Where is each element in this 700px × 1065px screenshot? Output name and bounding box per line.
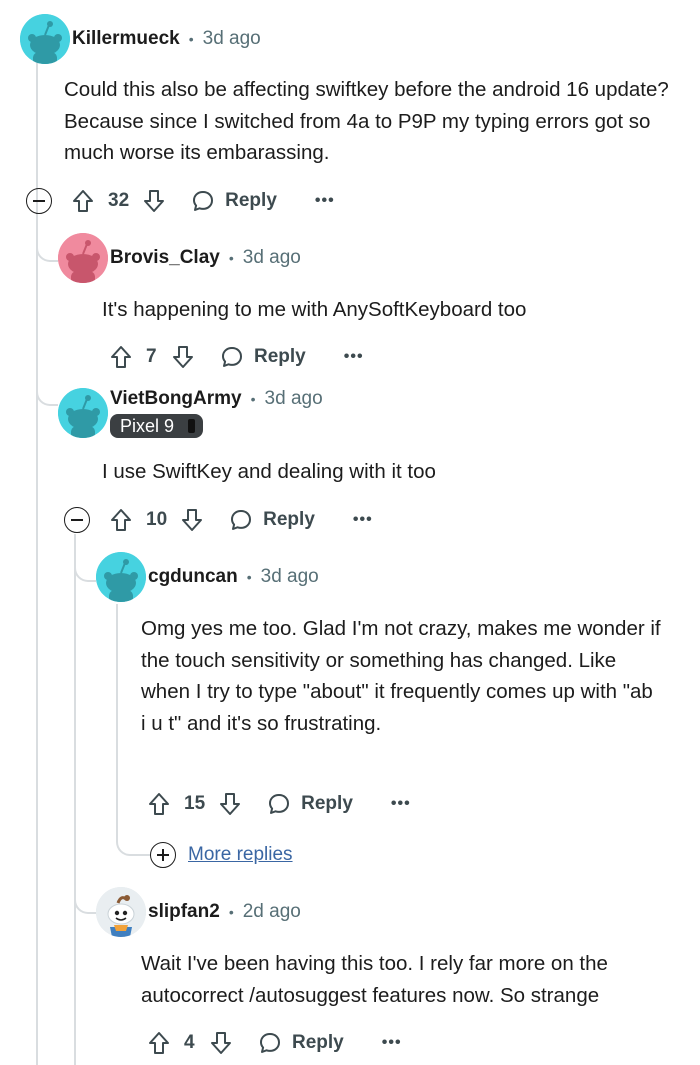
more-options-button[interactable]: •••	[315, 192, 335, 210]
thread-line-vietbong	[74, 534, 76, 1065]
collapse-button[interactable]	[26, 188, 52, 214]
comment-header: Killermueck • 3d ago	[20, 14, 261, 64]
timestamp[interactable]: 3d ago	[243, 247, 301, 269]
author-name[interactable]: slipfan2	[148, 901, 220, 923]
upvote-icon[interactable]	[108, 506, 134, 534]
reply-label: Reply	[292, 1032, 344, 1053]
downvote-icon[interactable]	[170, 343, 196, 371]
downvote-icon[interactable]	[217, 790, 243, 818]
comment-body: I use SwiftKey and dealing with it too	[102, 460, 436, 483]
reply-button[interactable]: Reply	[220, 345, 306, 369]
phone-icon	[188, 419, 196, 433]
snoo-avatar-icon	[96, 887, 146, 937]
timestamp[interactable]: 2d ago	[243, 901, 301, 923]
avatar[interactable]	[58, 233, 108, 283]
avatar[interactable]	[96, 552, 146, 602]
separator-dot: •	[188, 31, 194, 47]
reply-label: Reply	[301, 793, 353, 814]
more-options-button[interactable]: •••	[353, 511, 373, 529]
reply-bubble-icon	[231, 510, 252, 530]
thread-connector	[74, 860, 96, 914]
author-name[interactable]: Brovis_Clay	[110, 247, 220, 269]
separator-dot: •	[250, 391, 256, 407]
reply-button[interactable]: Reply	[267, 792, 353, 816]
reply-label: Reply	[254, 346, 306, 367]
comment-body: Omg yes me too. Glad I'm not crazy, make…	[141, 617, 661, 735]
collapse-button[interactable]	[64, 507, 90, 533]
timestamp[interactable]: 3d ago	[265, 388, 323, 410]
more-options-button[interactable]: •••	[344, 348, 364, 366]
comment-body: Could this also be affecting swiftkey be…	[64, 78, 669, 164]
downvote-icon[interactable]	[179, 506, 205, 534]
more-replies-label[interactable]: More replies	[188, 844, 293, 866]
separator-dot: •	[228, 250, 234, 266]
reply-bubble-icon	[269, 794, 290, 814]
comment-actions: 7 Reply •••	[108, 337, 364, 377]
comment-actions: 4 Reply •••	[146, 1023, 402, 1063]
comment-body: Wait I've been having this too. I rely f…	[141, 952, 608, 1007]
reply-bubble-icon	[193, 191, 214, 211]
comment-body: It's happening to me with AnySoftKeyboar…	[102, 298, 527, 321]
vote-count: 4	[184, 1032, 195, 1053]
author-name[interactable]: Killermueck	[72, 28, 180, 50]
separator-dot: •	[228, 904, 234, 920]
upvote-icon[interactable]	[108, 343, 134, 371]
snoo-avatar-icon	[58, 233, 108, 283]
downvote-icon[interactable]	[208, 1029, 234, 1057]
flair-text: Pixel 9	[120, 415, 175, 436]
snoo-avatar-icon	[58, 388, 108, 438]
comment-header: slipfan2 • 2d ago	[96, 887, 301, 937]
downvote-icon[interactable]	[141, 187, 167, 215]
more-replies-link[interactable]: More replies	[150, 842, 293, 868]
user-flair: Pixel 9	[110, 414, 204, 438]
snoo-avatar-icon	[20, 14, 70, 64]
vote-count: 15	[184, 793, 206, 814]
expand-plus-icon	[150, 842, 176, 868]
reply-label: Reply	[225, 190, 277, 211]
timestamp[interactable]: 3d ago	[261, 566, 319, 588]
comment-actions: 32 Reply •••	[26, 181, 335, 221]
comment-header: VietBongArmy • 3d ago Pixel 9	[58, 388, 323, 444]
thread-line-cgduncan	[116, 604, 118, 840]
reply-bubble-icon	[222, 347, 242, 367]
thread-connector	[116, 820, 152, 856]
comment-header: cgduncan • 3d ago	[96, 552, 319, 602]
vote-count: 32	[108, 190, 130, 211]
more-options-button[interactable]: •••	[391, 795, 411, 813]
separator-dot: •	[246, 569, 252, 585]
author-name[interactable]: cgduncan	[148, 566, 238, 588]
comment-actions: 15 Reply •••	[146, 784, 411, 824]
more-options-button[interactable]: •••	[382, 1034, 402, 1052]
thread-connector	[74, 534, 96, 582]
snoo-avatar-icon	[96, 552, 146, 602]
reply-bubble-icon	[260, 1033, 280, 1053]
upvote-icon[interactable]	[146, 1029, 172, 1057]
reply-button[interactable]: Reply	[258, 1031, 344, 1055]
reply-button[interactable]: Reply	[229, 508, 315, 532]
reply-button[interactable]: Reply	[191, 189, 277, 213]
avatar[interactable]	[20, 14, 70, 64]
reply-label: Reply	[263, 509, 315, 530]
avatar[interactable]	[58, 388, 108, 438]
thread-connector	[36, 362, 58, 406]
avatar[interactable]	[96, 887, 146, 937]
comment-actions: 10 Reply •••	[64, 500, 373, 540]
comment-header: Brovis_Clay • 3d ago	[58, 233, 301, 283]
upvote-icon[interactable]	[70, 187, 96, 215]
upvote-icon[interactable]	[146, 790, 172, 818]
author-name[interactable]: VietBongArmy	[110, 388, 242, 410]
vote-count: 7	[146, 346, 157, 367]
timestamp[interactable]: 3d ago	[203, 28, 261, 50]
vote-count: 10	[146, 509, 168, 530]
